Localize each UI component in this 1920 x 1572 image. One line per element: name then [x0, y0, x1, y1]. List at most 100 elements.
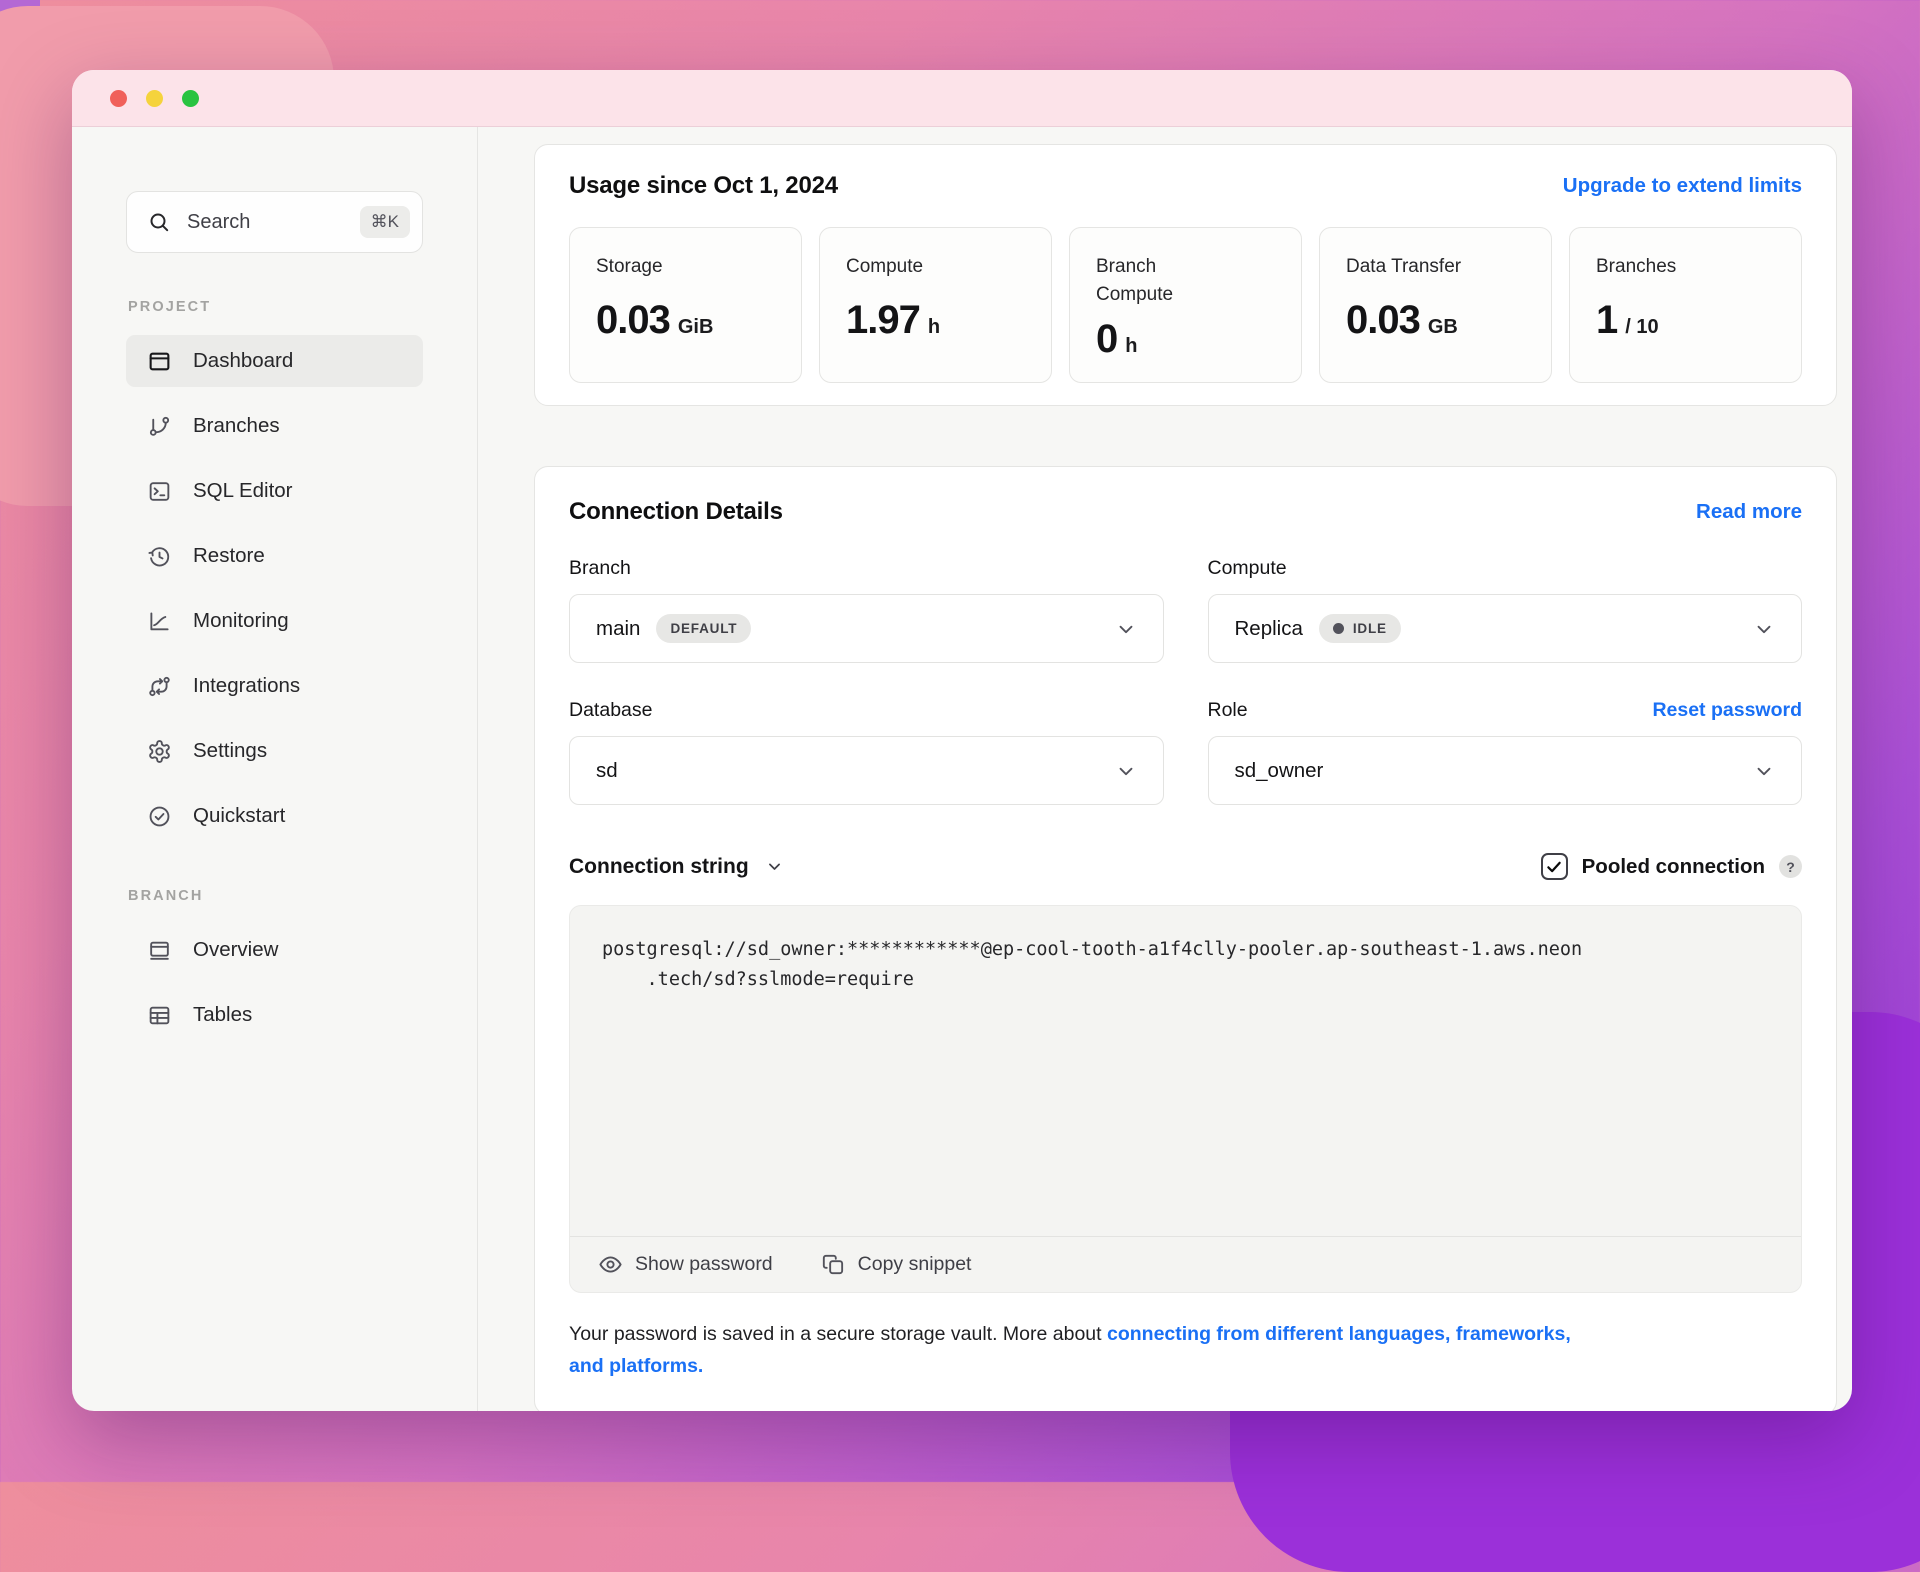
database-label: Database: [569, 698, 653, 721]
chevron-down-icon: [768, 863, 780, 870]
stat-card-compute: Compute 1.97 h: [819, 227, 1052, 384]
window-icon: [150, 941, 169, 960]
stat-label: Branch Compute: [1096, 256, 1174, 305]
chevron-down-icon: [1119, 767, 1132, 775]
sidebar-item-integrations[interactable]: Integrations: [126, 660, 423, 712]
connection-string-value[interactable]: postgresql://sd_owner:************@ep-co…: [570, 906, 1801, 1236]
search-icon: [150, 213, 169, 232]
sidebar-item-restore[interactable]: Restore: [126, 530, 423, 582]
close-window-button[interactable]: [110, 89, 127, 107]
compute-select[interactable]: Replica IDLE: [1207, 594, 1802, 664]
reset-password-link[interactable]: Reset password: [1652, 699, 1802, 722]
history-icon: [148, 546, 170, 566]
role-value: sd_owner: [1234, 758, 1324, 782]
chevron-down-icon: [1119, 625, 1132, 633]
compute-label: Compute: [1207, 556, 1287, 579]
status-dot: [1332, 623, 1344, 635]
main-content: Usage since Oct 1, 2024 Upgrade to exten…: [478, 127, 1852, 1411]
stat-unit: GiB: [677, 315, 714, 338]
stat-unit: / 10: [1625, 315, 1659, 338]
sidebar-section-project: PROJECT: [128, 299, 212, 315]
sidebar-item-dashboard[interactable]: Dashboard: [126, 335, 423, 387]
search-shortcut-badge: ⌘K: [359, 206, 410, 238]
branch-label: Branch: [569, 556, 631, 579]
app-body: Search ⌘K PROJECT Dashboard Branches SQL…: [72, 127, 1852, 1411]
branch-value: main: [596, 616, 641, 640]
sidebar-item-monitoring[interactable]: Monitoring: [126, 595, 423, 647]
dashboard-icon: [149, 352, 170, 370]
sidebar: Search ⌘K PROJECT Dashboard Branches SQL…: [72, 127, 478, 1411]
role-label: Role: [1207, 698, 1248, 721]
eye-icon: [599, 1256, 622, 1273]
stat-value: 0: [1096, 317, 1118, 362]
branch-select[interactable]: main DEFAULT: [569, 594, 1164, 664]
chevron-down-icon: [1757, 767, 1771, 775]
pooled-connection-control: Pooled connection ?: [1540, 853, 1802, 881]
help-icon[interactable]: ?: [1779, 855, 1802, 879]
stat-value: 0.03: [596, 297, 671, 342]
role-field: Role Reset password sd_owner: [1207, 697, 1802, 806]
sidebar-item-label: Integrations: [193, 674, 301, 697]
connection-string-line1: postgresql://sd_owner:************@ep-co…: [602, 939, 1583, 961]
sidebar-section-branch: BRANCH: [128, 888, 204, 904]
branch-field: Branch main DEFAULT: [569, 555, 1164, 664]
usage-title: Usage since Oct 1, 2024: [569, 172, 838, 199]
integrations-icon: [149, 676, 170, 696]
git-branch-icon: [149, 416, 170, 436]
copy-snippet-button[interactable]: Copy snippet: [821, 1252, 971, 1277]
sidebar-item-label: Monitoring: [193, 609, 289, 632]
usage-card: Usage since Oct 1, 2024 Upgrade to exten…: [534, 144, 1837, 407]
search-placeholder: Search: [187, 210, 251, 233]
sidebar-item-label: Restore: [193, 544, 265, 567]
terminal-icon: [149, 481, 170, 501]
sidebar-item-label: SQL Editor: [193, 479, 293, 502]
idle-badge: IDLE: [1318, 614, 1401, 644]
sidebar-item-label: Quickstart: [193, 804, 286, 827]
read-more-link[interactable]: Read more: [1696, 500, 1802, 524]
table-icon: [149, 1006, 170, 1024]
role-select[interactable]: sd_owner: [1207, 736, 1802, 806]
stat-card-branches: Branches 1 / 10: [1569, 227, 1802, 384]
sidebar-item-label: Branches: [193, 414, 280, 437]
stat-card-storage: Storage 0.03 GiB: [569, 227, 802, 384]
database-field: Database sd: [569, 697, 1164, 806]
connection-string-block: postgresql://sd_owner:************@ep-co…: [569, 905, 1802, 1294]
usage-stats-row: Storage 0.03 GiB Compute 1.97 h Branch Com…: [569, 227, 1802, 384]
connection-string-actions: Show password Copy snippet: [570, 1236, 1801, 1292]
window-titlebar: [72, 70, 1852, 127]
sidebar-item-label: Overview: [193, 938, 279, 961]
upgrade-limits-link[interactable]: Upgrade to extend limits: [1563, 174, 1802, 198]
app-window: Search ⌘K PROJECT Dashboard Branches SQL…: [72, 70, 1852, 1411]
stat-unit: h: [927, 315, 941, 338]
minimize-window-button[interactable]: [146, 89, 163, 107]
sidebar-item-branches[interactable]: Branches: [126, 400, 423, 452]
sidebar-item-quickstart[interactable]: Quickstart: [126, 790, 423, 842]
copy-icon: [822, 1255, 843, 1275]
zoom-window-button[interactable]: [182, 89, 199, 107]
sidebar-item-label: Dashboard: [193, 349, 294, 372]
gear-icon: [149, 739, 170, 763]
stat-value: 0.03: [1346, 297, 1421, 342]
sidebar-item-label: Tables: [193, 1003, 253, 1026]
password-note: Your password is saved in a secure stora…: [569, 1319, 1589, 1382]
pooled-connection-label: Pooled connection: [1581, 854, 1765, 878]
search-input[interactable]: Search ⌘K: [126, 191, 423, 253]
compute-value: Replica: [1234, 616, 1303, 640]
stat-value: 1.97: [846, 297, 921, 342]
database-value: sd: [596, 758, 618, 782]
stat-card-branch-compute: Branch Compute 0h: [1069, 227, 1302, 384]
connection-string-toggle[interactable]: Connection string: [569, 855, 783, 879]
database-select[interactable]: sd: [569, 736, 1164, 806]
sidebar-item-settings[interactable]: Settings: [126, 725, 423, 777]
pooled-connection-checkbox[interactable]: [1540, 853, 1568, 881]
sidebar-item-sql-editor[interactable]: SQL Editor: [126, 465, 423, 517]
stat-unit: h: [1125, 335, 1138, 358]
connection-string-line2: .tech/sd?sslmode=require: [646, 968, 914, 990]
chevron-down-icon: [1757, 625, 1771, 633]
show-password-button[interactable]: Show password: [598, 1252, 773, 1277]
compute-field: Compute Replica IDLE: [1207, 555, 1802, 664]
stat-unit: GB: [1427, 315, 1458, 338]
sidebar-item-tables[interactable]: Tables: [126, 989, 423, 1041]
stat-card-data-transfer: Data Transfer 0.03 GB: [1319, 227, 1552, 384]
sidebar-item-overview[interactable]: Overview: [126, 924, 423, 976]
